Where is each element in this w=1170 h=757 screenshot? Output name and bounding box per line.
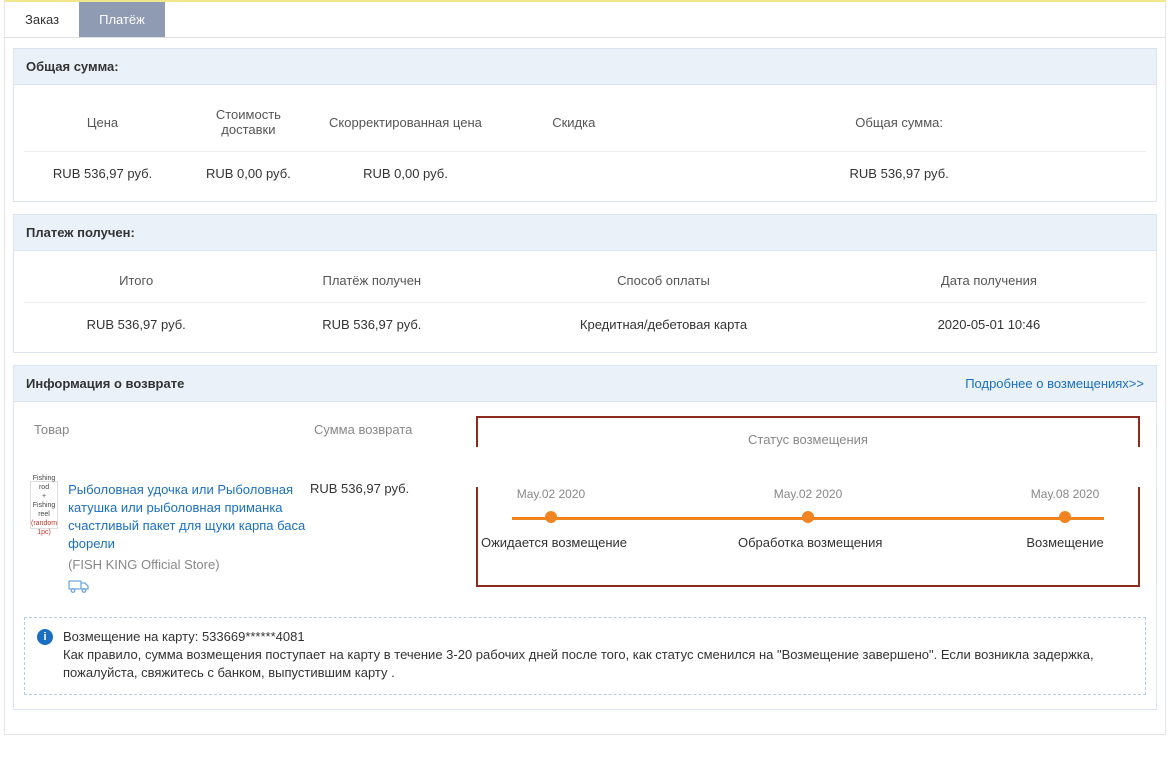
th-refund-status: Статус возмещения (502, 432, 1114, 447)
th-date: Дата получения (832, 265, 1146, 303)
product-box: Fishing rod + Fishing reel (random 1pc) … (30, 481, 310, 599)
thumb-plus: + (42, 492, 46, 501)
td-total: RUB 536,97 руб. (652, 152, 1146, 188)
th-refund-amount: Сумма возврата (310, 416, 470, 481)
node0-dot (545, 511, 557, 523)
info-line1: Возмещение на карту: 533669******4081 (63, 628, 1133, 646)
timeline-node-0: May.02 2020 Ожидается возмещение (481, 487, 621, 550)
received-table: Итого Платёж получен Способ оплаты Дата … (24, 265, 1146, 338)
node0-label: Ожидается возмещение (481, 535, 621, 550)
truck-icon (68, 578, 90, 599)
td-price: RUB 536,97 руб. (24, 152, 181, 188)
td-discount (495, 152, 652, 188)
node2-date: May.08 2020 (995, 487, 1135, 501)
th-refund-product: Товар (30, 416, 310, 481)
tab-payment[interactable]: Платёж (79, 2, 165, 37)
refund-info-box: i Возмещение на карту: 533669******4081 … (24, 617, 1146, 695)
td-shipping: RUB 0,00 руб. (181, 152, 316, 188)
node2-dot (1059, 511, 1071, 523)
refund-amount: RUB 536,97 руб. (310, 481, 470, 599)
thumb-l2: Fishing reel (31, 501, 57, 519)
node2-label: Возмещение (995, 535, 1135, 550)
td-received: RUB 536,97 руб. (248, 303, 495, 339)
refund-status-frame-top: Статус возмещения (476, 416, 1140, 447)
node1-dot (802, 511, 814, 523)
info-icon: i (37, 629, 53, 645)
tab-order[interactable]: Заказ (5, 2, 79, 37)
th-received: Платёж получен (248, 265, 495, 303)
tabs: Заказ Платёж (5, 2, 1165, 38)
refund-data-row: Fishing rod + Fishing reel (random 1pc) … (24, 481, 1146, 599)
product-title-link[interactable]: Рыболовная удочка или Рыболовная катушка… (68, 481, 310, 553)
node0-date: May.02 2020 (481, 487, 621, 501)
td-subtotal: RUB 536,97 руб. (24, 303, 248, 339)
thumb-l3: (random 1pc) (31, 519, 57, 537)
panel-total-title-text: Общая сумма: (26, 59, 119, 74)
th-price: Цена (24, 99, 181, 152)
panel-refund-header: Информация о возврате Подробнее о возмещ… (14, 366, 1156, 402)
td-adjusted: RUB 0,00 руб. (316, 152, 496, 188)
th-adjusted: Скорректированная цена (316, 99, 496, 152)
td-date: 2020-05-01 10:46 (832, 303, 1146, 339)
panel-received-title-text: Платеж получен: (26, 225, 135, 240)
th-total: Общая сумма: (652, 99, 1146, 152)
panel-total-title: Общая сумма: (14, 49, 1156, 85)
timeline-node-2: May.08 2020 Возмещение (995, 487, 1135, 550)
panel-received-title: Платеж получен: (14, 215, 1156, 251)
th-shipping: Стоимость доставки (181, 99, 316, 152)
product-store: (FISH KING Official Store) (68, 557, 310, 572)
product-thumb[interactable]: Fishing rod + Fishing reel (random 1pc) (30, 481, 58, 529)
thumb-l1: Fishing rod (31, 474, 57, 492)
node1-label: Обработка возмещения (738, 535, 878, 550)
refund-headers: Товар Сумма возврата Статус возмещения (24, 416, 1146, 481)
th-subtotal: Итого (24, 265, 248, 303)
refund-timeline: May.02 2020 Ожидается возмещение May.02 … (502, 487, 1114, 557)
th-method: Способ оплаты (495, 265, 832, 303)
panel-refund: Информация о возврате Подробнее о возмещ… (13, 365, 1157, 710)
refund-more-link[interactable]: Подробнее о возмещениях>> (965, 376, 1144, 391)
total-table: Цена Стоимость доставки Скорректированна… (24, 99, 1146, 187)
td-method: Кредитная/дебетовая карта (495, 303, 832, 339)
timeline-node-1: May.02 2020 Обработка возмещения (738, 487, 878, 550)
node1-date: May.02 2020 (738, 487, 878, 501)
info-line2: Как правило, сумма возмещения поступает … (63, 646, 1133, 682)
order-payment-page: Заказ Платёж Общая сумма: Цена Стоимость… (4, 0, 1166, 735)
panel-refund-title: Информация о возврате (26, 376, 184, 391)
panel-total: Общая сумма: Цена Стоимость доставки Ско… (13, 48, 1157, 202)
panel-received: Платеж получен: Итого Платёж получен Спо… (13, 214, 1157, 353)
refund-status-frame-body: May.02 2020 Ожидается возмещение May.02 … (476, 487, 1140, 587)
th-discount: Скидка (495, 99, 652, 152)
